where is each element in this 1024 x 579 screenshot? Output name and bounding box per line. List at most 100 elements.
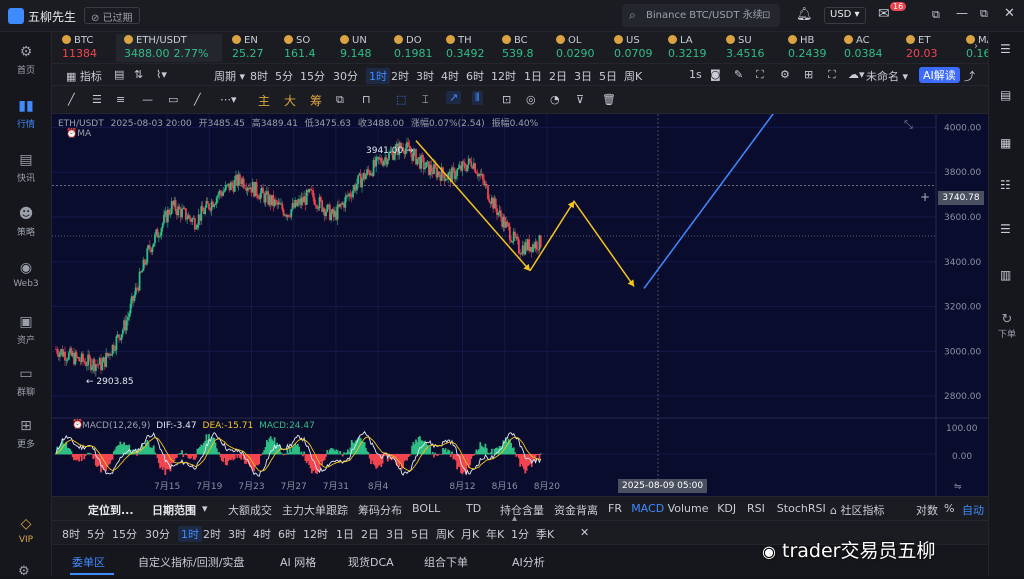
sidebar-item-market[interactable]: ▮▮行情 [0, 98, 52, 130]
settings-icon-toolbar[interactable]: ⚙ [780, 68, 790, 81]
interval-3日[interactable]: 3日 [386, 526, 404, 542]
interval-月K[interactable]: 月K [461, 526, 479, 542]
chart-expand-icon[interactable]: ⤡ [904, 118, 913, 132]
interval-12时[interactable]: 12时 [303, 526, 328, 542]
sidebar-item-assets[interactable]: ▣资产 [0, 314, 52, 346]
indicator-item[interactable]: StochRSI [777, 502, 826, 515]
interval-8时[interactable]: 8时 [250, 68, 268, 84]
parallel-lines-tool-icon[interactable]: ≡ [116, 93, 125, 106]
interval-12时[interactable]: 12时 [491, 68, 516, 84]
unnamed-layout-select[interactable]: 未命名 ▾ [866, 68, 908, 84]
ticker-item[interactable]: ETH/USDT3488.002.77% [116, 34, 222, 62]
ticker-item[interactable]: SU3.4516 [726, 34, 765, 62]
ray-tool-icon[interactable]: ╱ [194, 93, 201, 106]
orderbook-icon[interactable]: ▦ [1000, 136, 1011, 150]
ticker-item[interactable]: EN25.27 [232, 34, 264, 62]
fib-icon[interactable]: ◔ [550, 93, 560, 106]
trades-icon[interactable]: ☷ [1000, 178, 1011, 192]
sidebar-item-news[interactable]: ▤快讯 [0, 152, 52, 184]
panel-icon[interactable]: ▥ [1000, 268, 1011, 282]
interval-30分[interactable]: 30分 [333, 68, 358, 84]
interval-3时[interactable]: 3时 [416, 68, 434, 84]
bell-icon[interactable]: 🔔︎ [796, 7, 813, 22]
interval-年K[interactable]: 年K [486, 526, 504, 542]
log-scale-button[interactable]: 对数 [916, 502, 938, 518]
interval-5分[interactable]: 5分 [275, 68, 293, 84]
interval-2日[interactable]: 2日 [361, 526, 379, 542]
template-icon[interactable]: ▤ [114, 68, 124, 81]
interval-4时[interactable]: 4时 [253, 526, 271, 542]
pen-icon[interactable]: ✎ [734, 68, 743, 81]
ticker-item[interactable]: HB0.2439 [788, 34, 827, 62]
interval-5日[interactable]: 5日 [599, 68, 617, 84]
sidebar-item-strategy[interactable]: ☻策略 [0, 206, 52, 238]
ticker-item[interactable]: ET20.03 [906, 34, 938, 62]
eye-icon[interactable]: ◎ [526, 93, 536, 106]
interval-1日[interactable]: 1日 [524, 68, 542, 84]
indicator-item[interactable]: BOLL [412, 502, 440, 515]
chip-button[interactable]: 筹 [310, 92, 322, 109]
scan-icon[interactable]: ⊡ [762, 4, 770, 27]
big-order-button[interactable]: 大 [284, 92, 296, 109]
interval-15分[interactable]: 15分 [112, 526, 137, 542]
interval-1时[interactable]: 1时 [178, 526, 202, 542]
date-range-button[interactable]: 日期范围 [152, 502, 196, 518]
magnet-icon[interactable]: ⊓ [362, 93, 371, 106]
interval-6时[interactable]: 6时 [278, 526, 296, 542]
maximize-icon[interactable]: ⧉ [980, 7, 988, 21]
lock-icon[interactable]: ⊡ [502, 93, 511, 106]
locate-button[interactable]: 定位到... [88, 502, 134, 518]
ruler-icon[interactable]: ⌶ [422, 93, 429, 107]
close-interval-icon[interactable]: ✕ [580, 526, 589, 539]
ticker-scroll-icon[interactable]: › [974, 41, 978, 52]
ai-interpret-button[interactable]: AI解读 [919, 67, 960, 83]
place-order-button[interactable]: ↻ 下单 [991, 312, 1023, 340]
sidebar-item-home[interactable]: ⚙首页 [0, 44, 52, 76]
sidebar-item-web3[interactable]: ◉Web3 [0, 260, 52, 289]
ma-legend[interactable]: ⏰MA [66, 129, 91, 139]
tab-spot-dca[interactable]: 现货DCA [348, 554, 394, 570]
macd-legend[interactable]: MACD(12,26,9) DIF:-3.47 DEA:-15.71 MACD:… [82, 421, 315, 431]
interval-8时[interactable]: 8时 [62, 526, 80, 542]
interval-2时[interactable]: 2时 [203, 526, 221, 542]
interval-1时[interactable]: 1时 [366, 68, 390, 84]
interval-3时[interactable]: 3时 [228, 526, 246, 542]
ticker-item[interactable]: TH0.3492 [446, 34, 485, 62]
currency-select[interactable]: USD ▾ [824, 7, 866, 24]
indicator-item[interactable]: 持仓含量 [500, 502, 544, 518]
interval-周K[interactable]: 周K [436, 526, 454, 542]
ticker-item[interactable]: BC539.8 [502, 34, 534, 62]
main-indicator-button[interactable]: 主 [258, 92, 270, 109]
line-tool-active-icon[interactable]: ↗ [446, 91, 461, 104]
search-input[interactable]: ⌕ Binance BTC/USDT 永续 ⊡ [622, 4, 780, 27]
sidebar-item-vip[interactable]: ◇VIP [0, 516, 52, 545]
ticker-item[interactable]: BTC11384 [62, 34, 97, 62]
interval-30分[interactable]: 30分 [145, 526, 170, 542]
ticker-item[interactable]: AC0.0384 [844, 34, 883, 62]
sidebar-item-more[interactable]: ⊞更多 [0, 418, 52, 450]
interval-6时[interactable]: 6时 [466, 68, 484, 84]
interval-周K[interactable]: 周K [624, 68, 642, 84]
interval-5日[interactable]: 5日 [411, 526, 429, 542]
indicator-item[interactable]: KDJ [717, 502, 736, 515]
indicator-button[interactable]: ▦ 指标 [66, 68, 102, 84]
interval-4时[interactable]: 4时 [441, 68, 459, 84]
ticker-item[interactable]: DO0.1981 [394, 34, 433, 62]
indicator-item[interactable]: Volume [668, 502, 709, 515]
collapse-panel-icon[interactable]: ▴ [512, 513, 517, 524]
candle-type-icon[interactable]: ⌇▾ [156, 68, 167, 81]
indicator-item[interactable]: 资金背离 [554, 502, 598, 518]
chart-area[interactable]: 2800.003000.003200.003400.003600.003800.… [52, 114, 988, 496]
filter-icon[interactable]: ⊽ [576, 93, 584, 106]
share-icon[interactable]: ⤴ [964, 68, 975, 84]
tab-custom-indicators[interactable]: 自定义指标/回测/实盘 [138, 554, 244, 570]
cloud-icon[interactable]: ☁︎▾ [848, 68, 865, 81]
ticker-item[interactable]: SO161.4 [284, 34, 316, 62]
indicator-item[interactable]: MACD [631, 502, 664, 515]
auto-scale-button[interactable]: 自动 [962, 502, 984, 518]
price-chart[interactable]: 2800.003000.003200.003400.003600.003800.… [52, 114, 988, 496]
selection-icon[interactable]: ⬚ [396, 93, 406, 106]
date-range-dropdown-icon[interactable]: ▾ [202, 502, 208, 515]
interval-1分[interactable]: 1分 [511, 526, 529, 542]
tab-combo-order[interactable]: 组合下单 [424, 554, 468, 570]
